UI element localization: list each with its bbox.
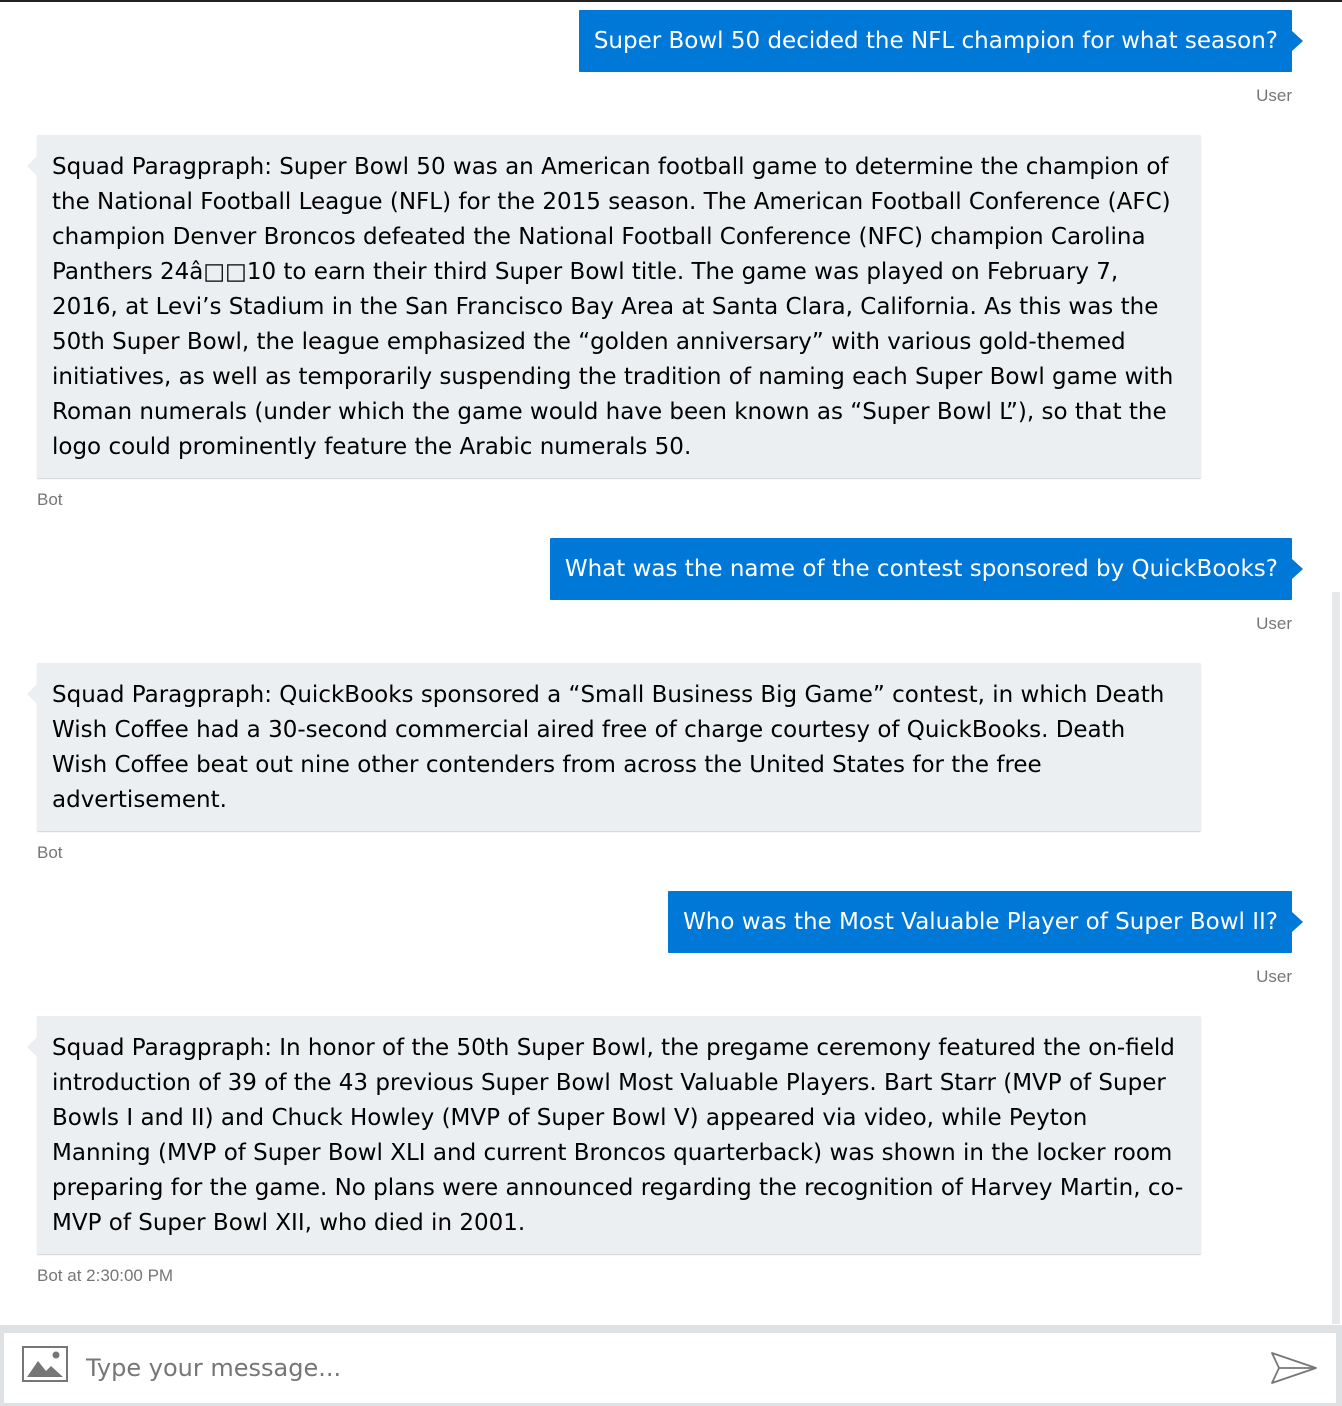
send-icon[interactable] (1269, 1350, 1319, 1386)
bot-message-label: Bot (37, 490, 63, 509)
message-input[interactable] (86, 1343, 1236, 1393)
bot-message-label: Bot (37, 843, 63, 862)
user-message: Super Bowl 50 decided the NFL champion f… (578, 10, 1304, 72)
window-top-border (0, 0, 1342, 2)
image-upload-icon[interactable] (22, 1346, 68, 1382)
message-composer (0, 1325, 1342, 1406)
user-message: What was the name of the contest sponsor… (549, 538, 1304, 600)
image-upload-icon-glyph (22, 1346, 68, 1382)
scrollbar-thumb[interactable] (1332, 592, 1340, 1324)
bot-message: Squad Paragpraph: QuickBooks sponsored a… (27, 663, 1201, 831)
user-message-text: Super Bowl 50 decided the NFL champion f… (593, 28, 1278, 54)
user-message: Who was the Most Valuable Player of Supe… (668, 891, 1303, 953)
bot-message-text: Squad Paragpraph: In honor of the 50th S… (52, 1035, 1184, 1236)
bot-message: Squad Paragpraph: In honor of the 50th S… (27, 1016, 1201, 1254)
send-icon-glyph (1271, 1352, 1317, 1384)
user-message-label: User (1256, 86, 1292, 105)
bot-message-timestamp: Bot at 2:30:00 PM (37, 1266, 174, 1285)
bot-message-text: Squad Paragpraph: QuickBooks sponsored a… (52, 682, 1165, 813)
user-message-label: User (1256, 967, 1292, 986)
bot-message: Squad Paragpraph: Super Bowl 50 was an A… (27, 135, 1201, 478)
user-message-label: User (1256, 614, 1292, 633)
user-message-text: Who was the Most Valuable Player of Supe… (683, 909, 1278, 935)
bot-message-text: Squad Paragpraph: Super Bowl 50 was an A… (52, 154, 1174, 460)
composer-box (4, 1333, 1336, 1403)
user-message-text: What was the name of the contest sponsor… (564, 556, 1278, 582)
